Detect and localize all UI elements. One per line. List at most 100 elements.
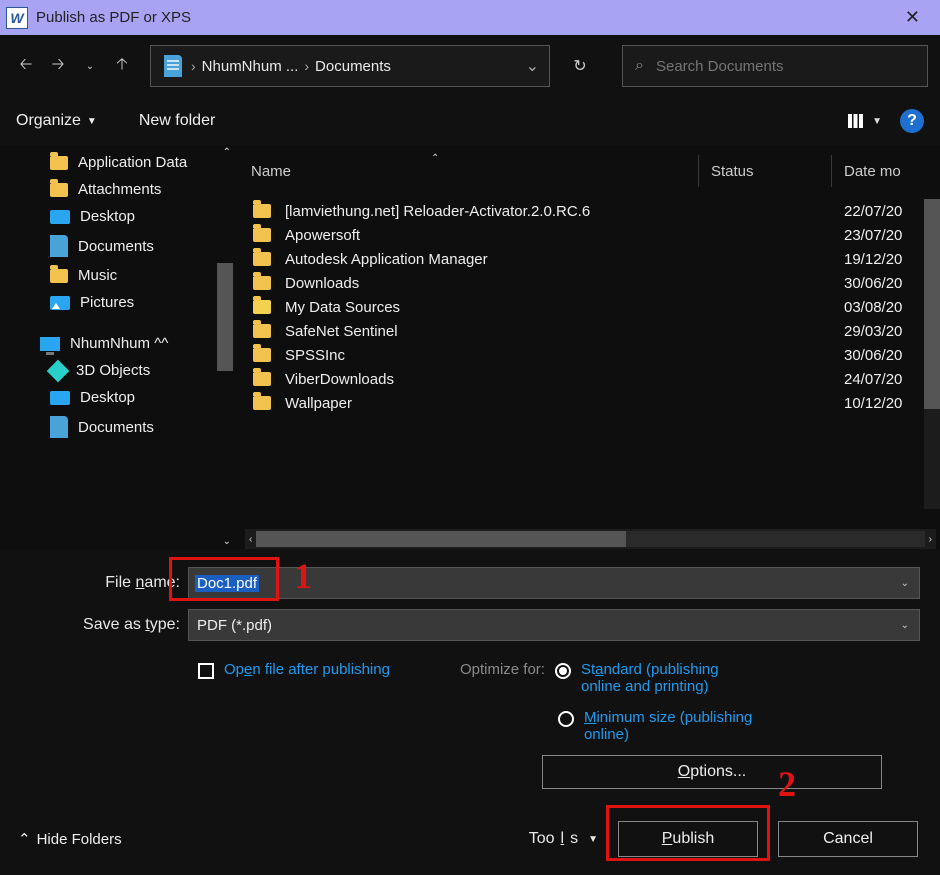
list-item[interactable]: Autodesk Application Manager19/12/20 bbox=[235, 247, 940, 271]
search-input[interactable] bbox=[656, 58, 927, 75]
file-list: [lamviethung.net] Reloader-Activator.2.0… bbox=[235, 199, 940, 529]
back-button[interactable]: 🡠 bbox=[12, 52, 40, 80]
list-vscrollbar[interactable] bbox=[924, 199, 940, 509]
sidebar-item-music[interactable]: Music bbox=[0, 262, 235, 289]
file-name: Wallpaper bbox=[285, 395, 724, 412]
forward-button[interactable]: 🡢 bbox=[44, 52, 72, 80]
column-name[interactable]: ⌃Name bbox=[251, 163, 698, 180]
refresh-button[interactable]: ↻ bbox=[560, 56, 600, 76]
list-item[interactable]: SafeNet Sentinel29/03/20 bbox=[235, 319, 940, 343]
folder-icon bbox=[50, 183, 68, 197]
scrollbar-thumb[interactable] bbox=[256, 531, 626, 547]
optimize-minimum-radio[interactable] bbox=[558, 711, 574, 727]
recent-dropdown[interactable]: ⌄ bbox=[76, 52, 104, 80]
sidebar: Application Data Attachments Desktop Doc… bbox=[0, 145, 235, 549]
column-name-label: Name bbox=[251, 163, 291, 180]
sidebar-item-label: Application Data bbox=[78, 154, 187, 171]
scroll-right-icon[interactable]: › bbox=[925, 534, 936, 545]
sidebar-item-this-pc[interactable]: NhumNhum ^^ bbox=[0, 330, 235, 357]
new-folder-button[interactable]: New folder bbox=[139, 112, 215, 130]
file-name: [lamviethung.net] Reloader-Activator.2.0… bbox=[285, 203, 724, 220]
save-form: File name: Doc1.pdf ⌄ Save as type: PDF … bbox=[0, 549, 940, 799]
hide-folders-button[interactable]: ⌃Hide Folders bbox=[18, 830, 122, 848]
sidebar-item-attachments[interactable]: Attachments bbox=[0, 176, 235, 203]
location-icon bbox=[164, 55, 182, 77]
footer: ⌃Hide Folders Tools▼ Publish Cancel 2 bbox=[0, 799, 940, 875]
scrollbar-track[interactable] bbox=[256, 531, 924, 547]
breadcrumb-sep-icon: › bbox=[300, 58, 313, 74]
sidebar-item-3d-objects[interactable]: 3D Objects bbox=[0, 357, 235, 384]
breadcrumb-seg-2[interactable]: Documents bbox=[313, 58, 393, 75]
file-name: SafeNet Sentinel bbox=[285, 323, 724, 340]
sidebar-item-label: Music bbox=[78, 267, 117, 284]
file-name: ViberDownloads bbox=[285, 371, 724, 388]
publish-button[interactable]: Publish bbox=[618, 821, 758, 857]
document-icon bbox=[50, 235, 68, 257]
file-name: Autodesk Application Manager bbox=[285, 251, 724, 268]
address-dropdown-icon[interactable]: ⌄ bbox=[526, 56, 549, 76]
column-date[interactable]: Date mo bbox=[844, 163, 924, 180]
help-button[interactable]: ? bbox=[900, 109, 924, 133]
list-hscrollbar[interactable]: ‹ › bbox=[245, 529, 936, 549]
sidebar-item-label: Pictures bbox=[80, 294, 134, 311]
sidebar-item-desktop[interactable]: Desktop bbox=[0, 203, 235, 230]
scroll-down-icon[interactable]: ⌄ bbox=[223, 536, 231, 547]
close-button[interactable]: ✕ bbox=[891, 3, 934, 32]
list-item[interactable]: My Data Sources03/08/20 bbox=[235, 295, 940, 319]
sidebar-item-label: Desktop bbox=[80, 208, 135, 225]
organize-menu[interactable]: Organize ▼ bbox=[16, 112, 97, 130]
filename-field[interactable]: Doc1.pdf ⌄ bbox=[188, 567, 920, 599]
column-status[interactable]: Status bbox=[711, 163, 831, 180]
chevron-down-icon[interactable]: ⌄ bbox=[901, 578, 909, 589]
desktop-icon bbox=[50, 210, 70, 224]
pc-icon bbox=[40, 337, 60, 351]
sidebar-item-label: NhumNhum ^^ bbox=[70, 335, 168, 352]
column-headers: ⌃Name Status Date mo bbox=[235, 145, 940, 199]
list-item[interactable]: ViberDownloads24/07/20 bbox=[235, 367, 940, 391]
up-button[interactable]: 🡡 bbox=[108, 52, 136, 80]
sidebar-item-documents-2[interactable]: Documents bbox=[0, 411, 235, 443]
optimize-standard-radio[interactable] bbox=[555, 663, 571, 679]
list-item[interactable]: [lamviethung.net] Reloader-Activator.2.0… bbox=[235, 199, 940, 223]
list-item[interactable]: Apowersoft23/07/20 bbox=[235, 223, 940, 247]
cancel-button[interactable]: Cancel bbox=[778, 821, 918, 857]
list-item[interactable]: Wallpaper10/12/20 bbox=[235, 391, 940, 415]
sidebar-item-pictures[interactable]: Pictures bbox=[0, 289, 235, 316]
savetype-field[interactable]: PDF (*.pdf) ⌄ bbox=[188, 609, 920, 641]
sidebar-item-application-data[interactable]: Application Data bbox=[0, 149, 235, 176]
file-name: Apowersoft bbox=[285, 227, 724, 244]
tools-menu[interactable]: Tools▼ bbox=[529, 830, 598, 848]
file-date: 30/06/20 bbox=[844, 347, 924, 364]
optimize-standard-label[interactable]: Standard (publishing online and printing… bbox=[581, 661, 761, 695]
sort-asc-icon: ⌃ bbox=[431, 153, 439, 164]
options-button[interactable]: Options... bbox=[542, 755, 882, 789]
open-after-label[interactable]: Open file after publishing bbox=[224, 661, 390, 678]
document-icon bbox=[50, 416, 68, 438]
sidebar-item-desktop-2[interactable]: Desktop bbox=[0, 384, 235, 411]
scrollbar-thumb[interactable] bbox=[217, 263, 233, 371]
sidebar-item-label: Attachments bbox=[78, 181, 161, 198]
search-box[interactable]: ⌕ bbox=[622, 45, 928, 87]
scroll-left-icon[interactable]: ‹ bbox=[245, 534, 256, 545]
breadcrumb-seg-1[interactable]: NhumNhum ... bbox=[200, 58, 301, 75]
file-date: 22/07/20 bbox=[844, 203, 924, 220]
navbar: 🡠 🡢 ⌄ 🡡 › NhumNhum ... › Documents ⌄ ↻ ⌕ bbox=[0, 35, 940, 97]
folder-icon bbox=[253, 204, 271, 218]
address-bar[interactable]: › NhumNhum ... › Documents ⌄ bbox=[150, 45, 550, 87]
list-item[interactable]: Downloads30/06/20 bbox=[235, 271, 940, 295]
pictures-icon bbox=[50, 296, 70, 310]
data-source-icon bbox=[253, 300, 271, 314]
view-icon bbox=[848, 114, 866, 128]
open-after-checkbox[interactable] bbox=[198, 663, 214, 679]
chevron-down-icon[interactable]: ⌄ bbox=[901, 620, 909, 631]
optimize-minimum-label[interactable]: Minimum size (publishing online) bbox=[584, 709, 764, 743]
sidebar-scrollbar[interactable]: ⌃ ⌄ bbox=[215, 145, 233, 549]
list-item[interactable]: SPSSInc30/06/20 bbox=[235, 343, 940, 367]
folder-icon bbox=[253, 324, 271, 338]
file-name: My Data Sources bbox=[285, 299, 724, 316]
sidebar-item-documents[interactable]: Documents bbox=[0, 230, 235, 262]
view-options-button[interactable]: ▼ bbox=[848, 114, 882, 128]
sidebar-item-label: Documents bbox=[78, 238, 154, 255]
scrollbar-thumb[interactable] bbox=[924, 199, 940, 409]
scroll-up-icon[interactable]: ⌃ bbox=[223, 147, 231, 158]
